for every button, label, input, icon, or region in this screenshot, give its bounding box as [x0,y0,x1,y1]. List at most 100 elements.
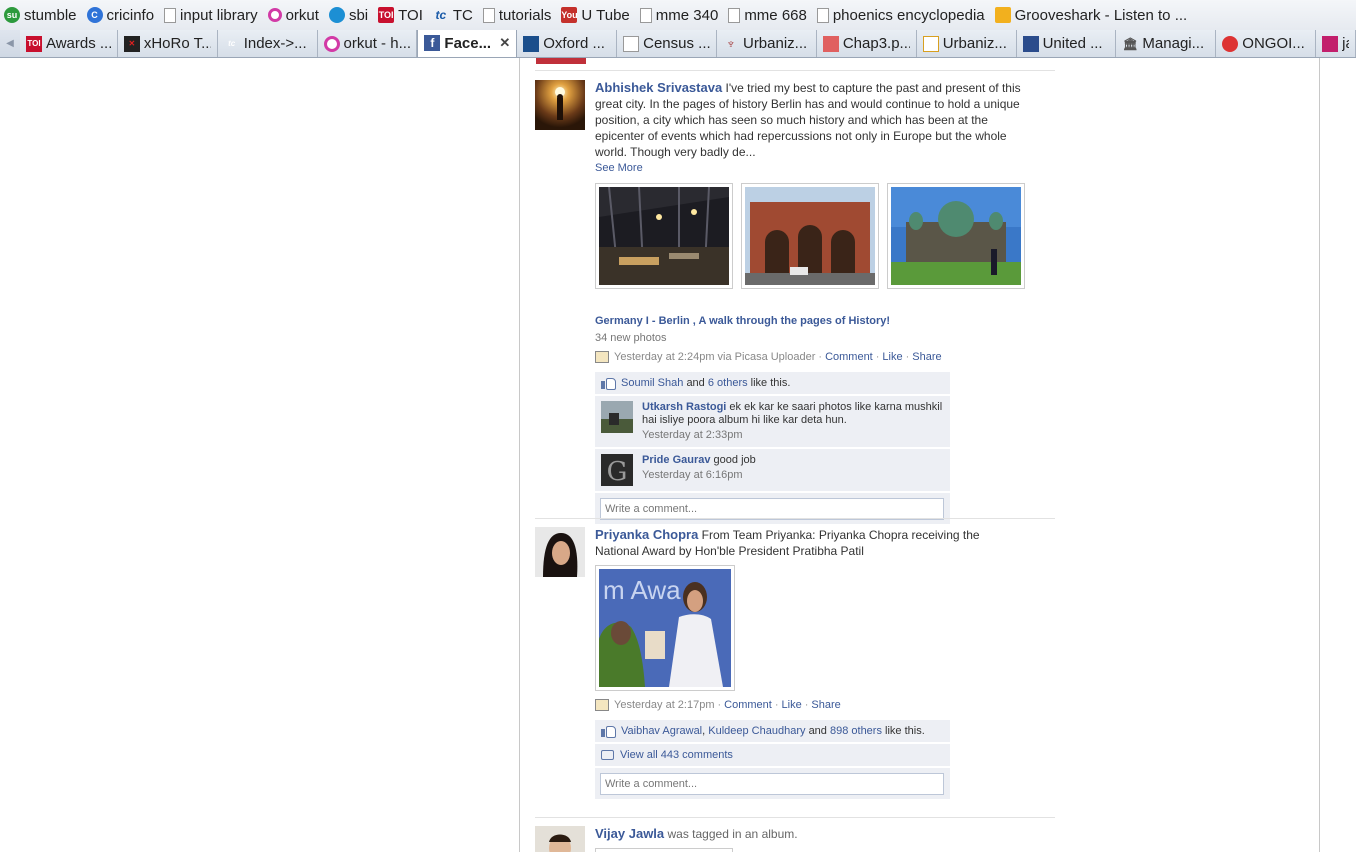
comment-composer: Write a comment... [595,493,950,524]
bookmark-sbi[interactable]: sbi [328,7,368,24]
avatar[interactable] [535,80,585,130]
pdf-icon [822,35,839,52]
bookmark-phoenics[interactable]: phoenics encyclopedia [816,7,985,24]
comment-time: Yesterday at 2:33pm [642,429,743,441]
tab-scroll-left-icon[interactable]: ◀ [0,30,20,57]
bookmark-input-library[interactable]: input library [164,7,258,24]
comment-bubble-icon [601,750,614,760]
tc-icon: tc [435,8,447,22]
bookmark-tutorials[interactable]: tutorials [482,7,551,24]
album-title-link[interactable]: Germany I - Berlin , A walk through the … [595,315,890,327]
tab-ongoing[interactable]: ONGOI... [1216,30,1317,57]
write-comment-input[interactable]: Write a comment... [600,773,944,795]
sbi-icon [328,7,345,23]
avatar[interactable] [535,826,585,852]
tab-chap3[interactable]: Chap3.p... [816,30,917,57]
liker-name-link[interactable]: Kuldeep Chaudhary [708,725,805,737]
bookmark-toi[interactable]: TOI TOI [378,7,423,24]
bookmark-grooveshark[interactable]: Grooveshark - Listen to ... [994,7,1187,24]
bookmark-stumble[interactable]: su stumble [4,7,77,24]
album-photo-1[interactable] [595,183,733,289]
comment-text: good job [713,454,756,466]
tab-awards[interactable]: TOI Awards ... [19,30,118,57]
xhoro-icon: ✕ [123,35,140,52]
tab-orkut[interactable]: orkut - h... [317,30,418,57]
others-link[interactable]: 898 others [830,725,882,737]
write-comment-input[interactable]: Write a comment... [600,498,944,520]
comment-item: Utkarsh Rastogi ek ek kar ke saari photo… [595,396,950,447]
view-all-comments-row[interactable]: View all 443 comments [595,744,950,766]
actor-name[interactable]: Abhishek Srivastava [595,80,722,95]
bookmark-mme340[interactable]: mme 340 [639,7,718,24]
feedback-box: Vaibhav Agrawal, Kuldeep Chaudhary and 8… [595,720,950,799]
tab-facebook[interactable]: f Face... ✕ [417,30,518,57]
comment-time: Yesterday at 6:16pm [642,469,743,481]
orkut-icon [267,8,282,22]
tab-ja[interactable]: ja [1316,30,1356,57]
comment-composer: Write a comment... [595,768,950,799]
comment-avatar[interactable]: G [601,454,633,486]
page-icon [728,7,741,23]
bookmark-utube[interactable]: You U Tube [561,7,630,24]
svg-text:G: G [607,457,628,486]
bookmark-tc[interactable]: tc TC [433,7,473,24]
bookmark-mme668[interactable]: mme 668 [728,7,807,24]
tab-urbaniz-1[interactable]: ♆ Urbaniz... [716,30,817,57]
like-thumb-icon [601,377,616,390]
news-feed: Abhishek Srivastava I've tried my best t… [519,58,1320,852]
see-more-link[interactable]: See More [595,162,643,174]
toi-icon: TOI [378,7,395,23]
page-icon [623,35,640,52]
likes-row: Soumil Shah and 6 others like this. [595,372,950,394]
actor-name[interactable]: Vijay Jawla [595,826,664,841]
page-icon [816,7,829,23]
tab-urbaniz-2[interactable]: Urbaniz... [916,30,1017,57]
comment-link[interactable]: Comment [825,351,873,363]
story-divider [535,70,1055,71]
story-meta: Yesterday at 2:24pm via Picasa Uploader … [595,351,942,363]
bookmark-orkut[interactable]: orkut [267,7,319,24]
share-link[interactable]: Share [811,699,840,711]
share-link[interactable]: Share [912,351,941,363]
others-link[interactable]: 6 others [708,377,748,389]
bookmarks-bar: su stumble Ccricinfo input library orkut … [0,0,1356,30]
avatar[interactable] [535,527,585,577]
story-photo[interactable] [595,848,733,852]
photo-caption-text: m Awa [603,575,681,605]
story-meta: Yesterday at 2:17pm · Comment · Like · S… [595,699,841,711]
actor-name[interactable]: Priyanka Chopra [595,527,698,542]
building-icon: 🏛 [1122,36,1139,51]
stumbleupon-icon: su [4,7,20,23]
ja-icon [1322,35,1339,52]
urbanization-icon: ♆ [726,36,736,51]
album-photo-count: 34 new photos [595,332,667,344]
tab-index[interactable]: tc Index->... [217,30,318,57]
story-divider [535,518,1055,519]
feedback-box: Soumil Shah and 6 others like this. Utka… [595,372,950,524]
like-link[interactable]: Like [782,699,802,711]
comment-link[interactable]: Comment [724,699,772,711]
tab-managing[interactable]: 🏛 Managi... [1116,30,1217,57]
story-divider [535,817,1055,818]
album-photo-3[interactable] [887,183,1025,289]
story-photo[interactable]: m Awa [595,565,735,691]
tab-xhoro[interactable]: ✕ xHoRo T... [117,30,218,57]
photo-album-icon [595,699,609,711]
close-tab-icon[interactable]: ✕ [499,35,510,51]
comment-item: G Pride Gaurav good job Yesterday at 6:16… [595,449,950,491]
likes-row: Vaibhav Agrawal, Kuldeep Chaudhary and 8… [595,720,950,742]
album-photo-2[interactable] [741,183,879,289]
comment-avatar[interactable] [601,401,633,433]
liker-name-link[interactable]: Vaibhav Agrawal [621,725,702,737]
like-link[interactable]: Like [882,351,902,363]
liker-name-link[interactable]: Soumil Shah [621,377,683,389]
ongoing-icon [1222,35,1239,52]
view-all-comments-link[interactable]: View all 443 comments [620,749,733,761]
tab-oxford[interactable]: Oxford ... [517,30,618,57]
tab-united[interactable]: United ... [1016,30,1117,57]
commenter-name[interactable]: Pride Gaurav [642,454,710,466]
commenter-name[interactable]: Utkarsh Rastogi [642,401,726,413]
tab-census[interactable]: Census ... [617,30,717,57]
grooveshark-icon [994,7,1011,23]
bookmark-cricinfo[interactable]: Ccricinfo [86,7,154,24]
